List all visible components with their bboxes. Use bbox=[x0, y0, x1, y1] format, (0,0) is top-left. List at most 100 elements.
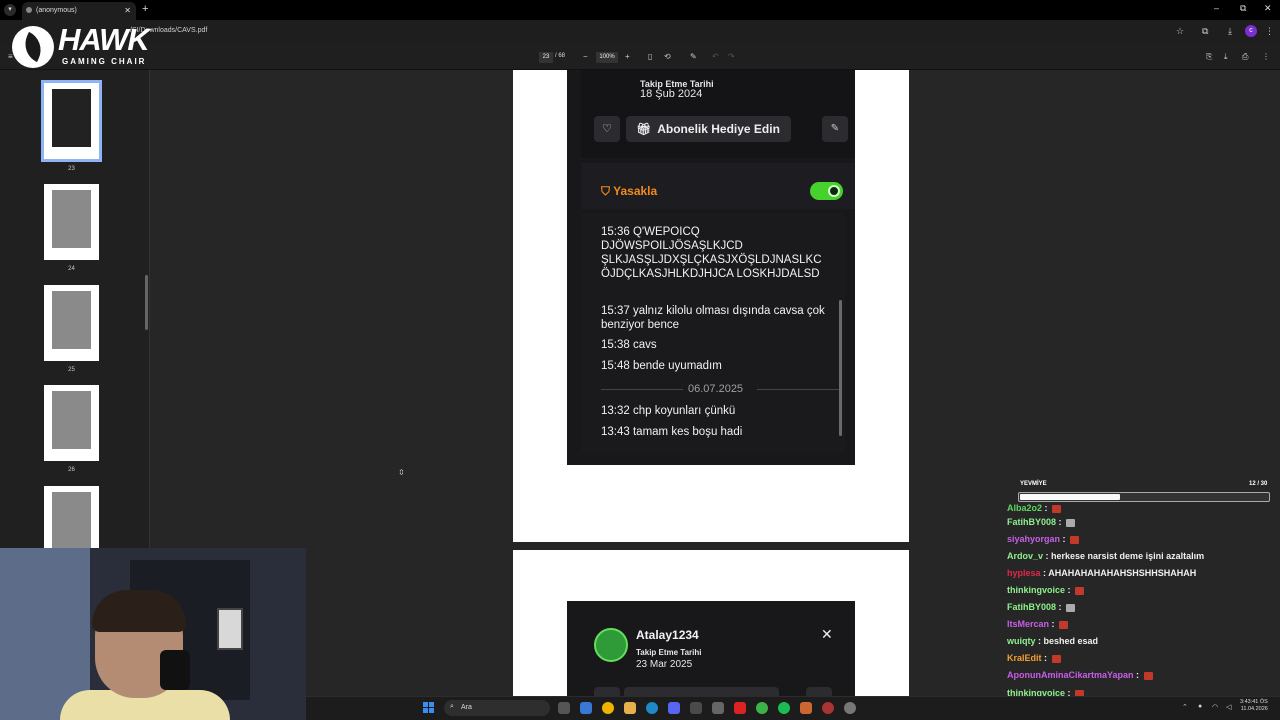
zoom-out-button[interactable]: − bbox=[583, 52, 588, 61]
chat-message: 15:38 cavs bbox=[601, 339, 657, 351]
chat-separator: : bbox=[1043, 551, 1052, 561]
chat-separator: : bbox=[1041, 653, 1050, 663]
thumbnail-page-24[interactable] bbox=[44, 184, 99, 260]
close-icon: ✕ bbox=[821, 626, 833, 642]
logo-subtitle: GAMING CHAIR bbox=[62, 57, 147, 66]
mute-icon: ✎ bbox=[822, 116, 848, 142]
chat-separator: : bbox=[1065, 585, 1074, 595]
app-icon[interactable] bbox=[734, 702, 746, 714]
page-total: / 68 bbox=[555, 53, 566, 59]
more-options-icon[interactable]: ⋮ bbox=[1262, 52, 1270, 61]
app-icon[interactable] bbox=[756, 702, 768, 714]
goal-title: YEVMİYE bbox=[1020, 481, 1047, 487]
tray-expand-icon[interactable]: ⌃ bbox=[1182, 703, 1188, 711]
chat-separator: : bbox=[1056, 602, 1065, 612]
bookmark-star-icon[interactable]: ☆ bbox=[1176, 26, 1184, 37]
chat-line: thinkingvoice : bbox=[1007, 585, 1085, 596]
new-tab-button[interactable]: + bbox=[142, 3, 148, 15]
thumbnail-page-25[interactable] bbox=[44, 285, 99, 361]
app-icon[interactable] bbox=[800, 702, 812, 714]
sidebar-toggle-icon[interactable]: ≡ bbox=[8, 52, 13, 61]
taskbar-search[interactable]: ⌕ Ara bbox=[444, 700, 550, 716]
hawk-logo-icon bbox=[12, 26, 54, 68]
fit-page-icon[interactable]: ▯ bbox=[648, 52, 652, 61]
zoom-in-button[interactable]: + bbox=[625, 52, 630, 61]
emote-icon bbox=[1143, 671, 1153, 680]
discord-icon[interactable] bbox=[668, 702, 680, 714]
minimize-button[interactable]: – bbox=[1214, 3, 1219, 13]
emote-icon bbox=[1059, 620, 1069, 629]
profile-avatar[interactable]: c bbox=[1245, 25, 1257, 37]
tray-app-icon[interactable]: ● bbox=[1198, 703, 1202, 710]
pdf-toolbar bbox=[0, 44, 1280, 70]
chat-separator: : bbox=[1060, 534, 1069, 544]
thumbnail-label: 23 bbox=[68, 166, 75, 172]
chat-separator: : bbox=[1042, 503, 1051, 513]
username: Atalay1234 bbox=[636, 628, 699, 642]
chat-text: herkese narsist deme işini azaltalım bbox=[1051, 551, 1205, 561]
app-icon[interactable] bbox=[822, 702, 834, 714]
divider bbox=[601, 389, 683, 390]
microphone-icon bbox=[160, 650, 190, 690]
app-icon[interactable] bbox=[844, 702, 856, 714]
gift-subscription-label: Abonelik Hediye Edin bbox=[657, 122, 780, 136]
task-view-icon[interactable] bbox=[558, 702, 570, 714]
emote-icon bbox=[1052, 504, 1062, 513]
follow-date-value: 23 Mar 2025 bbox=[636, 659, 693, 670]
maximize-button[interactable]: ⧉ bbox=[1240, 3, 1246, 14]
emote-icon bbox=[1075, 586, 1085, 595]
tab-close-icon[interactable]: ✕ bbox=[124, 6, 131, 15]
thumbnail-page-23[interactable] bbox=[41, 80, 102, 162]
close-window-button[interactable]: ✕ bbox=[1264, 3, 1272, 14]
volume-icon[interactable]: ◁ bbox=[1226, 703, 1231, 711]
goal-progress-fill bbox=[1020, 494, 1120, 500]
windows-start-icon[interactable] bbox=[423, 702, 435, 714]
downloads-icon[interactable]: ⤓ bbox=[1228, 26, 1232, 37]
chat-username: Ardov_v bbox=[1007, 551, 1044, 561]
chat-line: AponunAminaCikartmaYapan : bbox=[1007, 670, 1153, 681]
goal-progress-bar bbox=[1018, 492, 1270, 502]
chat-message: 15:37 yalnız kilolu olması dışında cavsa… bbox=[601, 305, 825, 331]
sidebar-scrollbar[interactable] bbox=[145, 275, 148, 330]
app-icon[interactable] bbox=[580, 702, 592, 714]
thumbnail-page-27[interactable] bbox=[44, 486, 99, 550]
thumbnail-label: 24 bbox=[68, 266, 75, 272]
page-number-input[interactable]: 23 bbox=[539, 52, 553, 63]
file-explorer-icon[interactable] bbox=[624, 702, 636, 714]
download-icon[interactable]: ⤓ bbox=[1224, 52, 1228, 62]
rotate-icon[interactable]: ⟲ bbox=[664, 52, 671, 61]
browser-menu-icon[interactable]: ⋮ bbox=[1265, 26, 1274, 37]
shield-icon: ⛉ bbox=[601, 184, 614, 198]
emote-icon bbox=[1066, 518, 1076, 527]
chat-username: FatihBY008 bbox=[1007, 517, 1057, 527]
browser-tab[interactable]: (anonymous) ✕ bbox=[22, 2, 136, 20]
annotate-icon[interactable]: ✎ bbox=[690, 52, 697, 61]
ban-label: ⛉ Yasakla bbox=[601, 184, 657, 199]
tab-search-button[interactable]: ▾ bbox=[4, 4, 16, 16]
chat-message: 13:43 tamam kes boşu hadi bbox=[601, 426, 743, 438]
zoom-input[interactable]: 100% bbox=[596, 52, 618, 63]
taskbar-clock[interactable]: 3:43:41 ÖS 11.04.2026 bbox=[1240, 699, 1268, 713]
user-card-header bbox=[581, 70, 855, 158]
redo-icon[interactable]: ↷ bbox=[728, 52, 735, 61]
save-icon[interactable]: ⎘ bbox=[1206, 52, 1212, 62]
app-icon[interactable] bbox=[690, 702, 702, 714]
chat-username: KralEdit bbox=[1007, 653, 1042, 663]
gift-icon: 🎁︎ bbox=[636, 122, 652, 136]
extensions-icon[interactable]: ⧉ bbox=[1202, 26, 1208, 37]
clock-date: 11.04.2026 bbox=[1240, 706, 1268, 712]
app-icon[interactable] bbox=[646, 702, 658, 714]
undo-icon[interactable]: ↶ bbox=[712, 52, 719, 61]
search-placeholder: Ara bbox=[461, 704, 472, 711]
chrome-icon[interactable] bbox=[602, 702, 614, 714]
print-icon[interactable]: ⎙ bbox=[1242, 52, 1248, 62]
gift-subscription-button: 🎁︎ Abonelik Hediye Edin bbox=[626, 116, 791, 142]
chat-username: thinkingvoice bbox=[1007, 585, 1066, 595]
chat-separator: : bbox=[1133, 670, 1142, 680]
app-icon[interactable] bbox=[712, 702, 724, 714]
thumbnail-page-26[interactable] bbox=[44, 385, 99, 461]
spotify-icon[interactable] bbox=[778, 702, 790, 714]
emote-icon bbox=[1051, 654, 1061, 663]
network-icon[interactable]: ◠ bbox=[1212, 703, 1218, 711]
follow-date-value: 18 Şub 2024 bbox=[640, 88, 703, 100]
